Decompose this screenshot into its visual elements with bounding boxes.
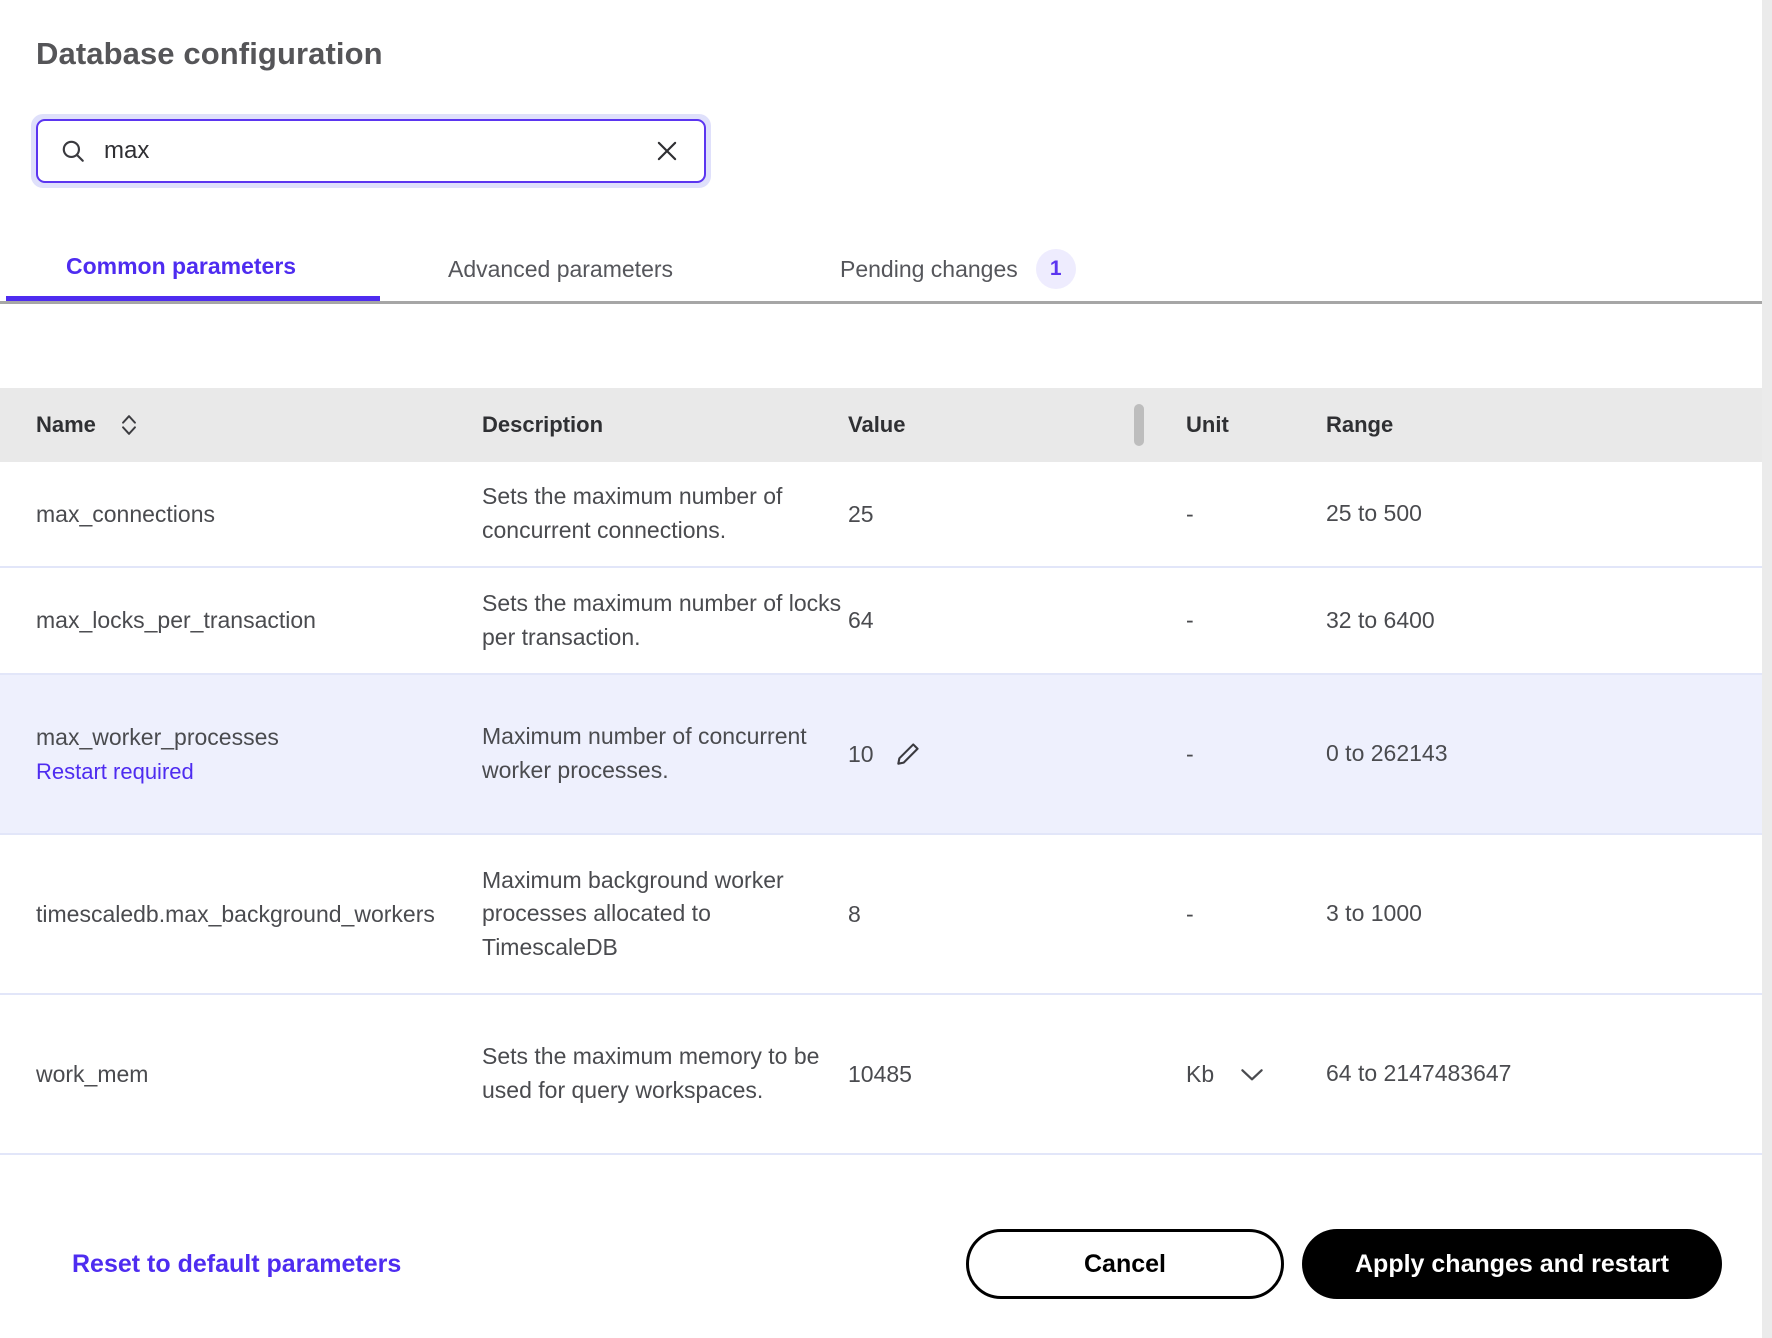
parameter-unit: - (1186, 901, 1326, 928)
table-row[interactable]: timescaledb.max_background_workers Maxim… (0, 835, 1762, 995)
parameter-range: 32 to 6400 (1326, 606, 1435, 633)
column-resize-grip[interactable] (1134, 404, 1144, 446)
parameter-value-text: 25 (848, 500, 874, 527)
parameter-name: max_connections (0, 500, 482, 529)
column-header-name-label: Name (36, 412, 96, 437)
column-resize-grip-cell (1134, 404, 1186, 446)
search-input[interactable]: max (36, 119, 706, 183)
parameter-description: Sets the maximum number of concurrent co… (482, 483, 783, 543)
parameter-name-text: work_mem (36, 1060, 149, 1087)
parameter-description: Sets the maximum number of locks per tra… (482, 589, 842, 650)
table-row[interactable]: work_mem Sets the maximum memory to be u… (0, 995, 1762, 1155)
tab-bar: Common parameters Advanced parameters Pe… (0, 240, 1762, 304)
parameter-name: timescaledb.max_background_workers (0, 900, 482, 929)
pending-changes-badge: 1 (1035, 249, 1076, 289)
tab-common-parameters[interactable]: Common parameters (6, 237, 380, 301)
table-row[interactable]: max_locks_per_transaction Sets the maxim… (0, 568, 1762, 675)
restart-required-note: Restart required (36, 758, 194, 784)
parameter-name: max_worker_processes Restart required (0, 723, 482, 785)
parameters-table: Name Description Value Unit Range max_co… (0, 388, 1762, 1155)
parameter-unit-text: - (1186, 900, 1194, 927)
apply-changes-and-restart-button[interactable]: Apply changes and restart (1302, 1229, 1722, 1299)
tab-pending-changes-label: Pending changes (840, 255, 1018, 282)
unit-dropdown-value: Kb (1186, 1060, 1215, 1087)
search-input-value[interactable]: max (104, 137, 654, 165)
table-header-row: Name Description Value Unit Range (0, 388, 1762, 462)
parameter-range: 3 to 1000 (1326, 900, 1422, 927)
search-icon (60, 138, 86, 164)
column-header-unit-label: Unit (1186, 412, 1229, 437)
parameter-description: Sets the maximum memory to be used for q… (482, 1043, 820, 1103)
parameter-value[interactable]: 10 (844, 740, 1134, 768)
parameter-name-text: max_connections (36, 500, 215, 527)
parameter-name: work_mem (0, 1060, 482, 1089)
table-row[interactable]: max_worker_processes Restart required Ma… (0, 675, 1762, 835)
parameter-value[interactable]: 64 (844, 607, 1134, 634)
column-header-name[interactable]: Name (0, 412, 482, 438)
column-header-description[interactable]: Description (482, 412, 844, 438)
tab-common-parameters-label: Common parameters (66, 253, 297, 279)
parameter-unit[interactable]: Kb (1186, 1061, 1326, 1088)
column-header-value-label: Value (848, 412, 906, 437)
unit-dropdown[interactable]: Kb (1186, 1061, 1264, 1088)
page-title: Database configuration (36, 36, 383, 71)
search-field-wrapper[interactable]: max (31, 114, 711, 188)
cancel-button[interactable]: Cancel (966, 1229, 1284, 1299)
reset-to-default-parameters-button[interactable]: Reset to default parameters (72, 1250, 401, 1279)
parameter-range: 0 to 262143 (1326, 740, 1448, 767)
parameter-value-text: 10485 (848, 1060, 912, 1087)
pencil-icon[interactable] (894, 740, 922, 768)
parameter-value-text: 10 (848, 740, 874, 767)
column-header-unit[interactable]: Unit (1186, 412, 1326, 438)
parameter-value[interactable]: 8 (844, 901, 1134, 928)
parameter-description: Maximum background worker processes allo… (482, 866, 784, 960)
parameter-value-text: 64 (848, 607, 874, 633)
parameter-name-text: max_locks_per_transaction (36, 607, 316, 634)
parameter-name: max_locks_per_transaction (0, 606, 482, 635)
page-scrollbar[interactable] (1762, 0, 1772, 1338)
parameter-unit: - (1186, 607, 1326, 634)
parameter-value-text: 8 (848, 900, 861, 927)
parameter-range: 64 to 2147483647 (1326, 1060, 1512, 1087)
parameter-name-text: timescaledb.max_background_workers (36, 900, 435, 927)
parameter-description: Maximum number of concurrent worker proc… (482, 723, 807, 783)
parameter-range: 25 to 500 (1326, 500, 1422, 527)
footer-actions: Reset to default parameters Cancel Apply… (0, 1190, 1762, 1338)
parameter-unit: - (1186, 741, 1326, 768)
parameter-unit-text: - (1186, 500, 1194, 527)
tab-advanced-parameters-label: Advanced parameters (448, 255, 674, 282)
sort-icon[interactable] (118, 412, 140, 438)
close-icon[interactable] (654, 138, 680, 164)
database-configuration-page: Database configuration max Common parame… (0, 0, 1762, 1338)
chevron-down-icon (1240, 1066, 1264, 1082)
column-header-range[interactable]: Range (1326, 412, 1726, 438)
parameter-value[interactable]: 10485 (844, 1061, 1134, 1088)
parameter-unit-text: - (1186, 740, 1194, 767)
column-header-value[interactable]: Value (844, 412, 1134, 438)
parameter-unit-text: - (1186, 607, 1194, 633)
tab-pending-changes[interactable]: Pending changes 1 (840, 237, 1076, 301)
parameter-unit: - (1186, 501, 1326, 528)
parameter-value[interactable]: 25 (844, 501, 1134, 528)
parameter-name-text: max_worker_processes (36, 723, 279, 750)
tab-advanced-parameters[interactable]: Advanced parameters (448, 237, 673, 301)
table-row[interactable]: max_connections Sets the maximum number … (0, 462, 1762, 568)
